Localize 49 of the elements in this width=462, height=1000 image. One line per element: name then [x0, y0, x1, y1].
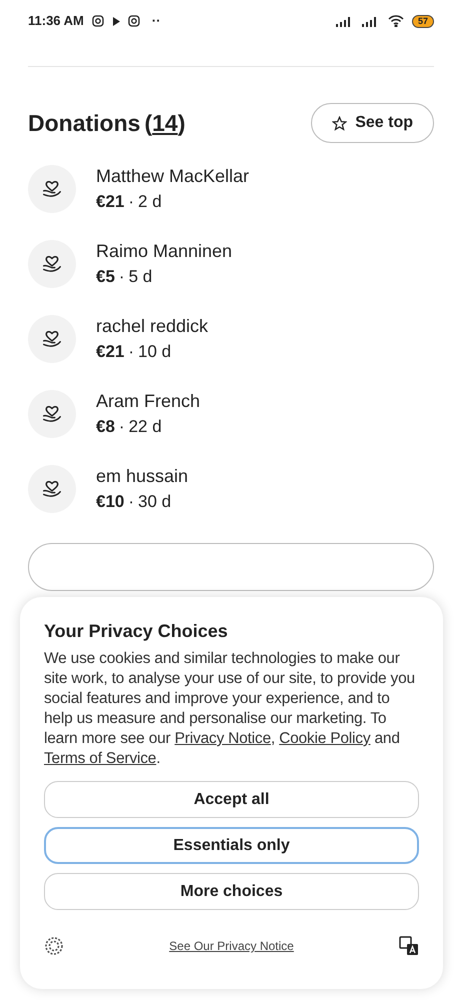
- policy-link[interactable]: Privacy Notice: [174, 730, 271, 747]
- more-notifications: ··: [152, 12, 161, 30]
- heart-in-hand-icon: [41, 253, 63, 275]
- donor-name: rachel reddick: [96, 315, 208, 337]
- section-title: Donations: [28, 108, 140, 138]
- star-icon: [332, 116, 348, 130]
- status-time: 11:36 AM: [28, 12, 84, 30]
- donation-amount: €21: [96, 191, 124, 213]
- donor-name: em hussain: [96, 465, 188, 487]
- donation-age: 10 d: [138, 341, 172, 363]
- heart-in-hand-icon: [41, 478, 63, 500]
- separator-dot: ·: [128, 341, 134, 363]
- heart-in-hand-icon: [41, 178, 63, 200]
- paren: ): [178, 108, 186, 138]
- donor-name: Aram French: [96, 390, 200, 412]
- policy-link[interactable]: Cookie Policy: [279, 730, 370, 747]
- donation-amount: €8: [96, 416, 115, 438]
- wifi-icon: [388, 15, 404, 27]
- separator-dot: ·: [118, 266, 125, 288]
- translate-icon[interactable]: [399, 936, 419, 956]
- camera-icon: [128, 15, 140, 27]
- paren: (: [144, 108, 152, 138]
- consent-button[interactable]: Accept all: [44, 781, 419, 818]
- donation-age: 22 d: [128, 416, 162, 438]
- heart-in-hand-icon: [41, 328, 63, 350]
- dialog-title: Your Privacy Choices: [44, 620, 229, 643]
- battery-indicator: 57: [412, 14, 434, 28]
- donor-name: Matthew MacKellar: [96, 165, 250, 187]
- donation-amount: €10: [96, 491, 124, 513]
- donation-amount: €5: [96, 266, 115, 288]
- separator-dot: ·: [128, 491, 134, 513]
- donation-amount: €21: [96, 341, 124, 363]
- consent-button[interactable]: Essentials only: [44, 827, 419, 864]
- camera-icon: [92, 15, 104, 27]
- policy-link[interactable]: Terms of Service: [44, 750, 156, 767]
- heart-in-hand-icon: [41, 403, 63, 425]
- donation-count-link[interactable]: 14: [152, 106, 178, 140]
- play-icon: [112, 16, 120, 26]
- donation-age: 30 d: [138, 491, 172, 513]
- donation-age: 5 d: [128, 266, 152, 288]
- donation-age: 2 d: [138, 191, 162, 213]
- consent-button[interactable]: More choices: [44, 873, 419, 910]
- dialog-body-text: We use cookies and similar technologies to make our site work, to analyse your use of our site, to provide you social features and improve your experience, and to help us measure and personalise our marketing. To learn more see our Privacy Notice, Cookie Policy and Terms of Service.: [44, 649, 416, 769]
- see-top-button[interactable]: See top: [311, 103, 434, 143]
- privacy-notice-link[interactable]: See Our Privacy Notice: [169, 937, 294, 955]
- cookie-settings-icon: [44, 936, 64, 956]
- separator-dot: ·: [128, 191, 134, 213]
- separator-dot: ·: [118, 416, 125, 438]
- donor-name: Raimo Manninen: [96, 240, 232, 262]
